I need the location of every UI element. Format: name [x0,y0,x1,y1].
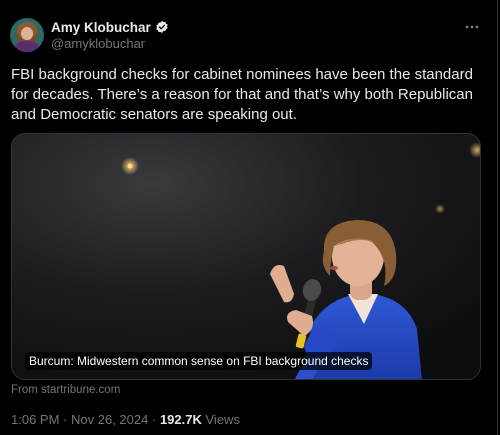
avatar-face [21,27,33,40]
author-handle[interactable]: @amyklobuchar [51,36,145,51]
avatar-shoulders [14,41,40,52]
tweet-metadata: 1:06 PM · Nov 26, 2024 · 192.7K Views [11,412,240,427]
author-display-name[interactable]: Amy Klobuchar [51,20,151,35]
link-card-title[interactable]: Burcum: Midwestern common sense on FBI b… [25,352,373,370]
media-photo [12,134,480,379]
verified-badge-icon [155,20,169,34]
tweet-time[interactable]: 1:06 PM [11,412,59,427]
tweet-text: FBI background checks for cabinet nomine… [11,66,473,123]
author-name-row[interactable]: Amy Klobuchar [51,19,169,35]
link-source[interactable]: From startribune.com [11,384,120,396]
tweet: Amy Klobuchar @amyklobuchar FBI backgrou… [0,0,500,435]
views-count: 192.7K [159,412,202,427]
tweet-date[interactable]: Nov 26, 2024 [71,412,148,427]
more-options-icon[interactable] [462,20,482,32]
meta-separator: · [63,412,68,427]
avatar[interactable] [10,18,44,52]
views-label: Views [205,412,240,427]
link-card-media[interactable]: Burcum: Midwestern common sense on FBI b… [11,133,481,380]
meta-separator: · [151,412,157,427]
